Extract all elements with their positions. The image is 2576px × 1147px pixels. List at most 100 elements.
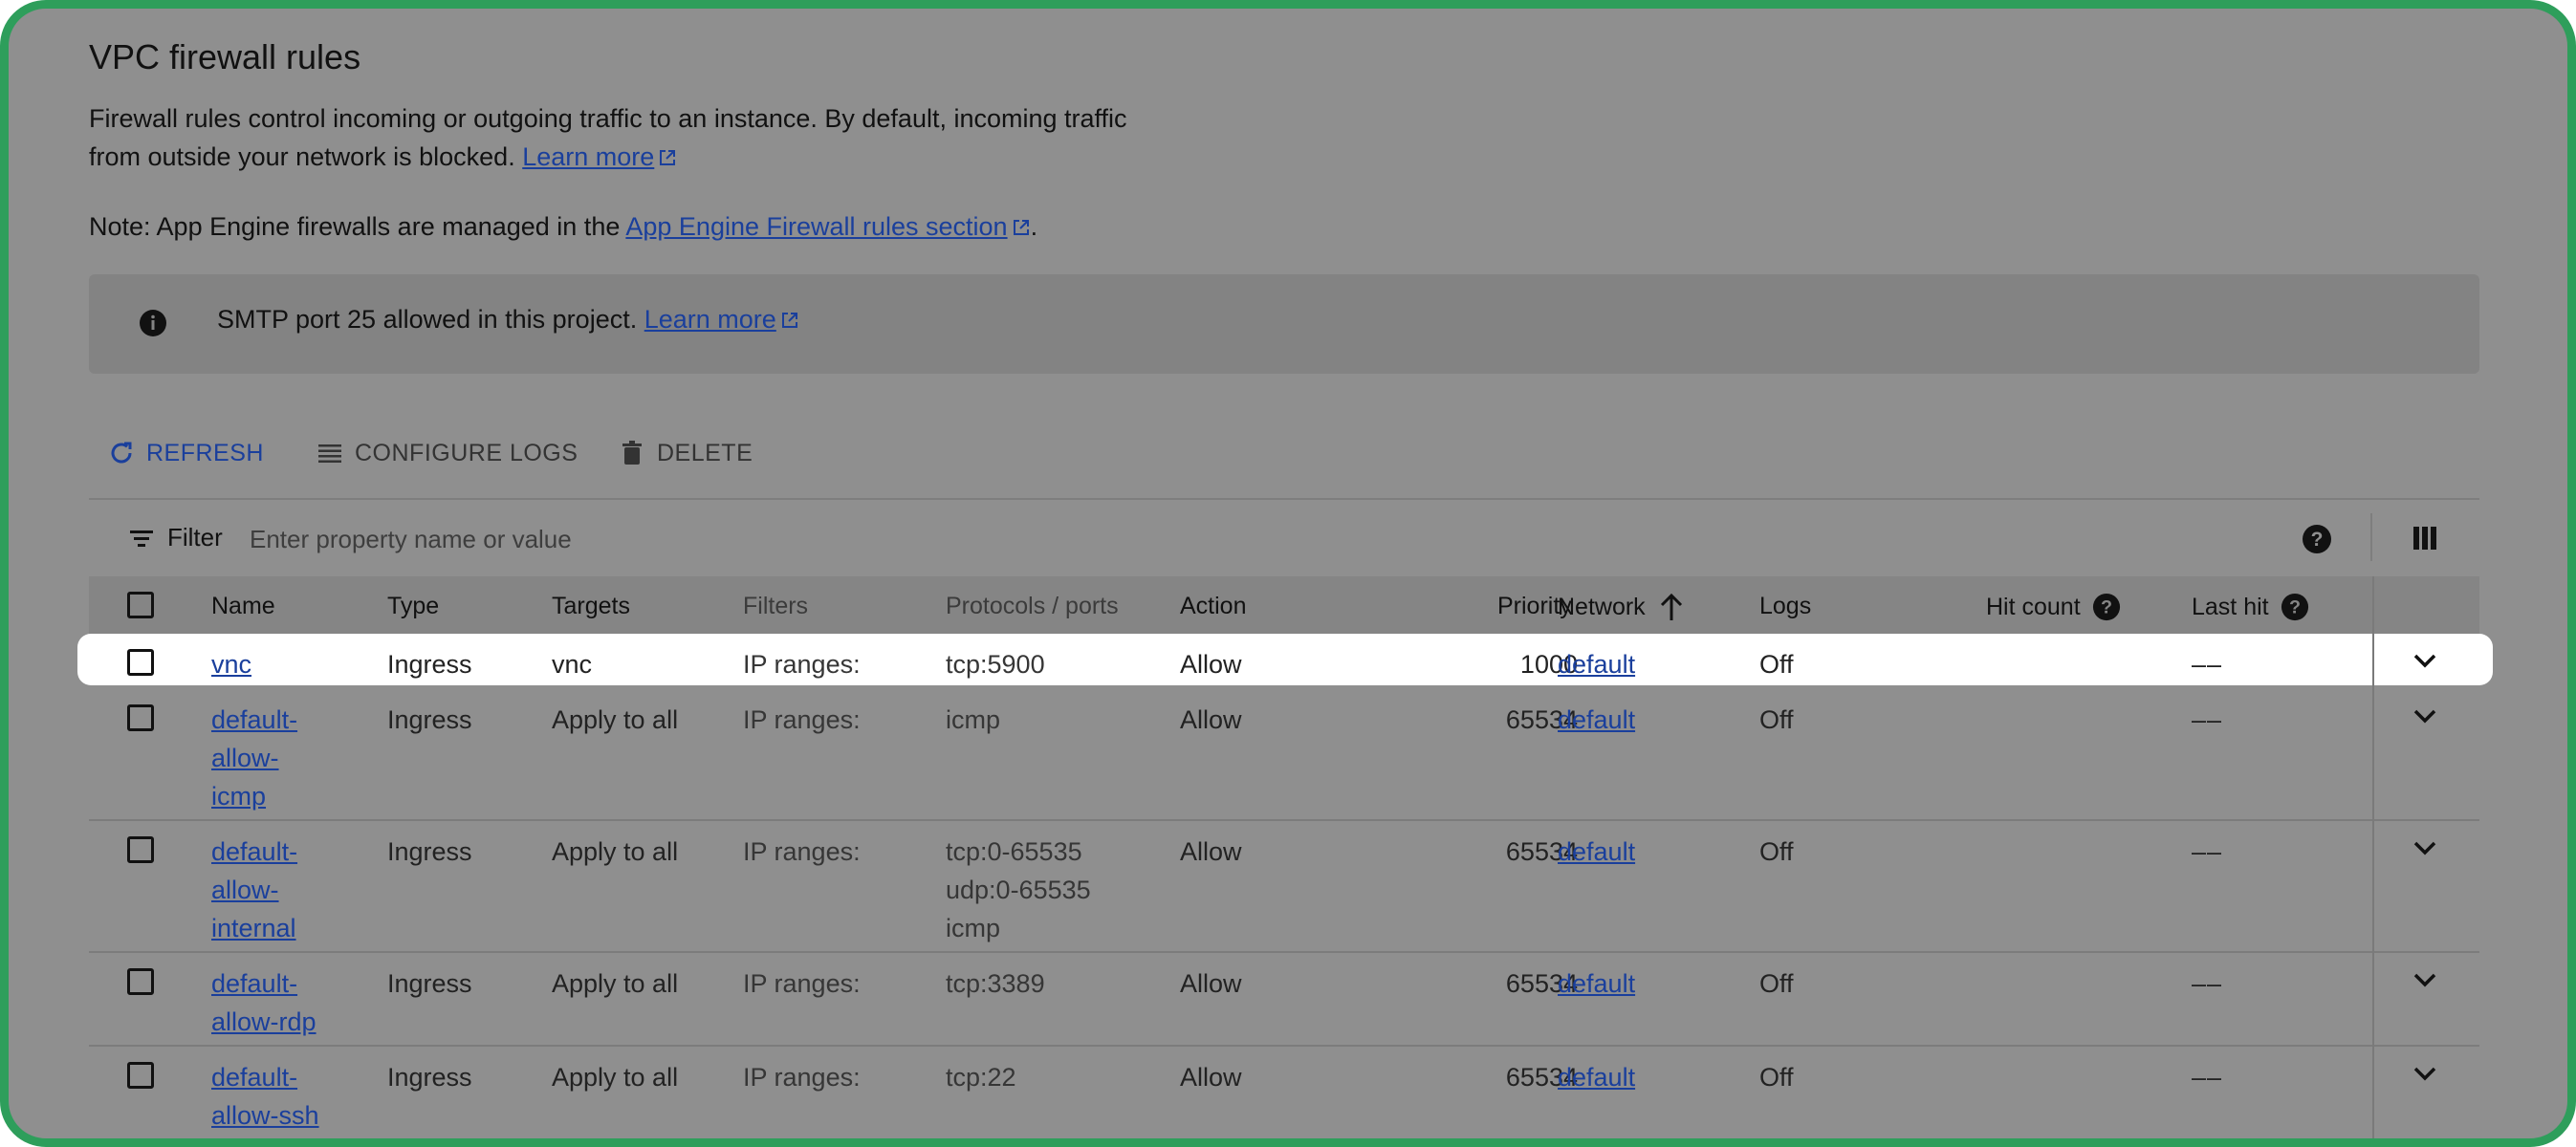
rule-name-link-line[interactable]: default- xyxy=(211,833,297,871)
table-row[interactable]: default-allow-rdp Ingress Apply to all IP r… xyxy=(89,953,2479,1047)
cell-logs-text: Off xyxy=(1759,969,1794,998)
network-link-text[interactable]: default xyxy=(1558,650,1635,679)
rule-name-link[interactable]: default-allow-ssh xyxy=(211,1058,319,1135)
column-header-logs[interactable]: Logs xyxy=(1759,593,1811,620)
rule-name-link-line[interactable]: icmp xyxy=(211,777,297,815)
cell-hit-count-text: – xyxy=(2206,705,2221,734)
cell-filters: IP ranges: xyxy=(743,1058,861,1096)
select-all-checkbox[interactable] xyxy=(127,592,154,618)
cell-targets-text: Apply to all xyxy=(552,837,679,866)
row-checkbox[interactable] xyxy=(127,649,154,676)
cell-hit-count: – xyxy=(2126,964,2221,1003)
arrow-up-icon xyxy=(1660,593,1682,620)
chevron-down-icon[interactable] xyxy=(2410,964,2440,995)
table-row[interactable]: default-allow-ssh Ingress Apply to all IP r… xyxy=(89,1047,2479,1138)
column-header-type[interactable]: Type xyxy=(387,593,439,620)
filter-input[interactable] xyxy=(248,521,1973,557)
chevron-down-icon[interactable] xyxy=(2410,645,2440,676)
cell-targets: Apply to all xyxy=(552,1058,678,1096)
network-link-text[interactable]: default xyxy=(1558,705,1635,734)
note-suffix: . xyxy=(1030,212,1038,241)
table-row[interactable]: default-allow-icmp Ingress Apply to all IP … xyxy=(89,689,2479,821)
cell-last-hit-text: – xyxy=(2192,650,2207,679)
column-header-action[interactable]: Action xyxy=(1180,593,1246,620)
column-header-last-hit[interactable]: Last hit ? xyxy=(2192,593,2309,621)
cell-logs-text: Off xyxy=(1759,837,1794,866)
cell-priority: 65534 xyxy=(1386,833,1578,871)
external-link-icon xyxy=(1013,220,1029,235)
cell-protocols-line: icmp xyxy=(946,914,1001,942)
column-header-targets[interactable]: Targets xyxy=(552,593,630,620)
network-link[interactable]: default xyxy=(1558,964,1635,1003)
chevron-down-icon[interactable] xyxy=(2410,1058,2440,1089)
row-checkbox[interactable] xyxy=(127,968,154,995)
cell-targets: vnc xyxy=(552,645,592,683)
info-icon xyxy=(140,310,166,336)
chevron-down-icon[interactable] xyxy=(2410,833,2440,863)
app-engine-firewall-link[interactable]: App Engine Firewall rules section xyxy=(625,212,1007,241)
chevron-down-icon[interactable] xyxy=(2410,701,2440,731)
network-link[interactable]: default xyxy=(1558,701,1635,739)
rule-name-link[interactable]: default-allow-internal xyxy=(211,833,297,947)
rule-name-link-line[interactable]: allow- xyxy=(211,871,297,909)
cell-filters: IP ranges: xyxy=(743,645,861,683)
cell-protocols: tcp:0-65535 udp:0-65535 icmp xyxy=(946,833,1091,947)
banner-learn-more-link[interactable]: Learn more xyxy=(644,305,776,334)
delete-button[interactable]: DELETE xyxy=(617,429,753,477)
help-icon[interactable]: ? xyxy=(2281,593,2309,621)
column-header-network[interactable]: Network xyxy=(1558,593,1684,621)
column-header-name[interactable]: Name xyxy=(211,593,275,620)
cell-type: Ingress xyxy=(387,964,472,1003)
cell-hit-count-text: – xyxy=(2206,1063,2221,1092)
filter-button[interactable]: Filter xyxy=(127,523,223,552)
learn-more-link[interactable]: Learn more xyxy=(522,142,654,171)
cell-protocols: tcp:22 xyxy=(946,1058,1016,1096)
cell-type-text: Ingress xyxy=(387,969,472,998)
rule-name-link-line[interactable]: allow-ssh xyxy=(211,1096,319,1135)
column-divider xyxy=(2372,576,2374,1138)
cell-hit-count: – xyxy=(2126,833,2221,871)
network-link-text[interactable]: default xyxy=(1558,969,1635,998)
trash-icon xyxy=(622,441,642,465)
network-link[interactable]: default xyxy=(1558,833,1635,871)
network-link-text[interactable]: default xyxy=(1558,837,1635,866)
refresh-button[interactable]: REFRESH xyxy=(106,429,264,477)
cell-action-text: Allow xyxy=(1180,837,1242,866)
cell-filters: IP ranges: xyxy=(743,833,861,871)
table-row[interactable]: vnc Ingress vnc IP ranges: tcp:5900 Allow 1000… xyxy=(89,634,2479,689)
cell-priority: 1000 xyxy=(1386,645,1578,683)
rule-name-link-line[interactable]: default- xyxy=(211,701,297,739)
rule-name-link[interactable]: default-allow-rdp xyxy=(211,964,317,1041)
network-link-text[interactable]: default xyxy=(1558,1063,1635,1092)
cell-action: Allow xyxy=(1180,964,1242,1003)
rule-name-link-line[interactable]: vnc xyxy=(211,645,251,683)
page-title: VPC firewall rules xyxy=(89,37,361,76)
help-icon[interactable]: ? xyxy=(2302,524,2332,554)
cell-priority: 65534 xyxy=(1386,701,1578,739)
rule-name-link-line[interactable]: default- xyxy=(211,1058,319,1096)
configure-logs-button[interactable]: CONFIGURE LOGS xyxy=(315,429,578,477)
cell-protocols: icmp xyxy=(946,701,1000,739)
cell-action: Allow xyxy=(1180,701,1242,739)
rule-name-link-line[interactable]: internal xyxy=(211,909,297,947)
rule-name-link[interactable]: default-allow-icmp xyxy=(211,701,297,815)
help-icon[interactable]: ? xyxy=(2092,593,2121,621)
network-link[interactable]: default xyxy=(1558,1058,1635,1096)
cell-last-hit-text: – xyxy=(2192,1063,2207,1092)
rule-name-link-line[interactable]: allow- xyxy=(211,739,297,777)
cell-type: Ingress xyxy=(387,1058,472,1096)
cell-priority: 65534 xyxy=(1386,964,1578,1003)
row-checkbox[interactable] xyxy=(127,1062,154,1089)
network-link[interactable]: default xyxy=(1558,645,1635,683)
row-checkbox[interactable] xyxy=(127,704,154,731)
rule-name-link[interactable]: vnc xyxy=(211,645,251,683)
table-row[interactable]: default-allow-internal Ingress Apply to al… xyxy=(89,821,2479,953)
rule-name-link-line[interactable]: default- xyxy=(211,964,317,1003)
svg-text:?: ? xyxy=(2311,529,2324,551)
row-checkbox[interactable] xyxy=(127,836,154,863)
column-header-hit-count[interactable]: Hit count ? xyxy=(1986,593,2121,621)
cell-type-text: Ingress xyxy=(387,650,472,679)
cell-hit-count-text: – xyxy=(2206,969,2221,998)
rule-name-link-line[interactable]: allow-rdp xyxy=(211,1003,317,1041)
column-display-icon[interactable] xyxy=(2412,525,2438,552)
